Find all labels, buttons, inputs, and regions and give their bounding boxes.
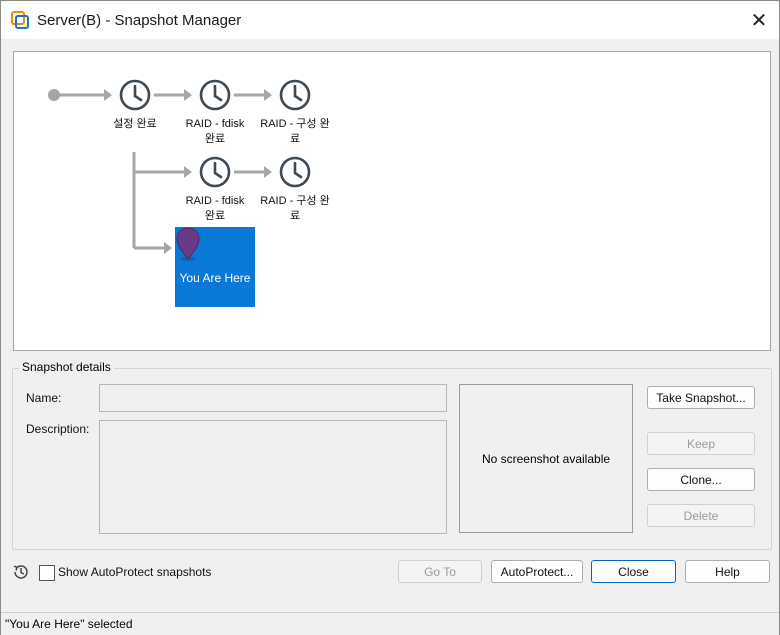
window-title: Server(B) - Snapshot Manager <box>37 12 242 29</box>
description-label: Description: <box>26 422 90 436</box>
you-are-here-node[interactable]: You Are Here <box>175 227 255 307</box>
snapshot-label: 완료 <box>204 210 226 222</box>
description-field[interactable] <box>99 420 447 534</box>
name-field[interactable] <box>99 384 447 412</box>
snapshot-clock-icon <box>199 156 231 188</box>
close-window-icon[interactable]: ✕ <box>745 7 773 33</box>
snapshot-node-1[interactable]: 설정 완료 <box>95 117 175 132</box>
take-snapshot-button[interactable]: Take Snapshot... <box>647 386 755 409</box>
vmware-icon <box>11 11 29 29</box>
snapshot-clock-icon <box>279 79 311 111</box>
snapshot-node-4[interactable]: RAID - fdisk 완료 <box>175 194 255 224</box>
autoprotect-button[interactable]: AutoProtect... <box>491 560 583 583</box>
snapshot-label: 완료 <box>204 133 226 145</box>
name-label: Name: <box>26 391 62 405</box>
keep-button[interactable]: Keep <box>647 432 755 455</box>
snapshot-label: 료 <box>289 210 301 222</box>
clone-button[interactable]: Clone... <box>647 468 755 491</box>
show-autoprotect-label[interactable]: Show AutoProtect snapshots <box>58 565 211 579</box>
title-bar: Server(B) - Snapshot Manager ✕ <box>1 1 779 39</box>
snapshot-clock-icon <box>279 156 311 188</box>
you-are-here-label: You Are Here <box>179 271 251 285</box>
snapshot-manager-window: Server(B) - Snapshot Manager ✕ 설정 완료 RAI… <box>0 0 780 635</box>
snapshot-node-5[interactable]: RAID - 구성 완 료 <box>255 194 335 224</box>
snapshot-clock-icon <box>199 79 231 111</box>
snapshot-details-legend: Snapshot details <box>19 360 114 374</box>
snapshot-node-2[interactable]: RAID - fdisk 완료 <box>175 117 255 147</box>
history-icon <box>13 565 28 579</box>
status-bar: "You Are Here" selected <box>1 612 779 635</box>
help-button[interactable]: Help <box>685 560 770 583</box>
screenshot-placeholder-text: No screenshot available <box>481 452 611 466</box>
close-button[interactable]: Close <box>591 560 676 583</box>
snapshot-label: 설정 완료 <box>113 118 157 130</box>
status-text: "You Are Here" selected <box>5 617 133 631</box>
snapshot-label: RAID - 구성 완 <box>260 195 330 207</box>
snapshot-tree-graph <box>48 79 311 254</box>
snapshot-clock-icon <box>119 79 151 111</box>
snapshot-label: 료 <box>289 133 301 145</box>
snapshot-label: RAID - fdisk <box>185 118 245 130</box>
snapshot-node-3[interactable]: RAID - 구성 완 료 <box>255 117 335 147</box>
show-autoprotect-checkbox[interactable] <box>39 565 55 581</box>
snapshot-label: RAID - fdisk <box>185 195 245 207</box>
location-pin-icon <box>176 227 200 261</box>
snapshot-label: RAID - 구성 완 <box>260 118 330 130</box>
go-to-button[interactable]: Go To <box>398 560 482 583</box>
screenshot-preview: No screenshot available <box>459 384 633 533</box>
delete-button[interactable]: Delete <box>647 504 755 527</box>
snapshot-tree[interactable]: 설정 완료 RAID - fdisk 완료 RAID - 구성 완 료 RAID… <box>13 51 771 351</box>
